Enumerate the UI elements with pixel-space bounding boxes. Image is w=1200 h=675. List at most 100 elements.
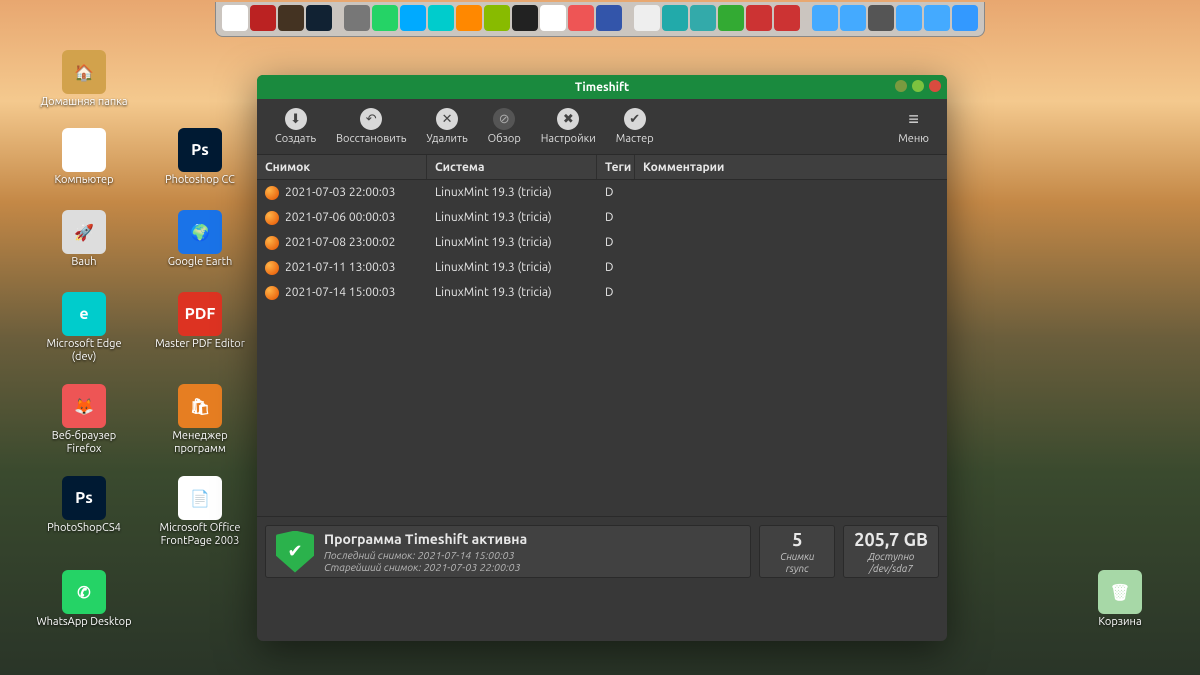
maximize-button[interactable]: [912, 80, 924, 92]
edge-dev-label: Microsoft Edge (dev): [34, 338, 134, 364]
snapshot-comment: [635, 255, 947, 280]
status-title: Программа Timeshift активна: [324, 531, 527, 547]
trash-label: Корзина: [1098, 616, 1141, 629]
table-row[interactable]: 2021-07-03 22:00:03LinuxMint 19.3 (trici…: [257, 180, 947, 205]
delete-button[interactable]: ✕ Удалить: [416, 104, 477, 149]
space-value: 205,7 GB: [854, 530, 928, 550]
create-label: Создать: [275, 133, 316, 145]
desktop-program-manager[interactable]: 🛍Менеджер программ: [150, 384, 250, 456]
desktop-photoshop-cs4[interactable]: PsPhotoShopCS4: [34, 476, 134, 535]
home-folder-icon: 🏠: [62, 50, 106, 94]
snapshot-tag: D: [597, 230, 635, 255]
desktop-whatsapp-desktop[interactable]: ✆WhatsApp Desktop: [34, 570, 134, 629]
trash-icon: 🗑: [1098, 570, 1142, 614]
dock-files[interactable]: [662, 5, 688, 31]
close-button[interactable]: [929, 80, 941, 92]
create-button[interactable]: ⬇ Создать: [265, 104, 326, 149]
create-icon: ⬇: [285, 108, 307, 130]
dock-app-5[interactable]: [344, 5, 370, 31]
desktop-master-pdf[interactable]: PDFMaster PDF Editor: [150, 292, 250, 351]
dock-teamviewer[interactable]: [400, 5, 426, 31]
status-bar: ✔ Программа Timeshift активна Последний …: [257, 516, 947, 586]
menu-button[interactable]: ≡ Меню: [888, 104, 939, 149]
dock-app-4[interactable]: [306, 5, 332, 31]
status-card: ✔ Программа Timeshift активна Последний …: [265, 525, 751, 578]
snapshot-date: 2021-07-06 00:00:03: [285, 211, 395, 224]
snapshot-icon: [265, 236, 279, 250]
dock-documents[interactable]: [840, 5, 866, 31]
window-controls: [895, 80, 941, 92]
restore-button[interactable]: ↶ Восстановить: [326, 104, 416, 149]
desktop-google-earth[interactable]: 🌍Google Earth: [150, 210, 250, 269]
menu-label: Меню: [898, 133, 929, 145]
desktop-edge-dev[interactable]: eMicrosoft Edge (dev): [34, 292, 134, 364]
firefox-icon: 🦊: [62, 384, 106, 428]
browse-button[interactable]: ⊘ Обзор: [478, 104, 531, 149]
table-row[interactable]: 2021-07-14 15:00:03LinuxMint 19.3 (trici…: [257, 280, 947, 305]
desktop-home-folder[interactable]: 🏠 Домашняя папка: [34, 50, 134, 109]
dock-home-folder[interactable]: [812, 5, 838, 31]
dock-app-9[interactable]: [456, 5, 482, 31]
snapshot-date: 2021-07-11 13:00:03: [285, 261, 395, 274]
desktop-firefox[interactable]: 🦊Веб-браузер Firefox: [34, 384, 134, 456]
snapshot-system: LinuxMint 19.3 (tricia): [427, 255, 597, 280]
dock-shutdown[interactable]: [774, 5, 800, 31]
table-row[interactable]: 2021-07-06 00:00:03LinuxMint 19.3 (trici…: [257, 205, 947, 230]
desktop-computer[interactable]: 🗎Компьютер: [34, 128, 134, 187]
dock-notes[interactable]: [634, 5, 660, 31]
desktop-trash[interactable]: 🗑 Корзина: [1070, 570, 1170, 629]
dock-app-3[interactable]: [278, 5, 304, 31]
snapshot-date: 2021-07-14 15:00:03: [285, 286, 395, 299]
col-comments[interactable]: Комментарии: [635, 155, 947, 179]
browse-icon: ⊘: [493, 108, 515, 130]
table-row[interactable]: 2021-07-08 23:00:02LinuxMint 19.3 (trici…: [257, 230, 947, 255]
desktop-bauh[interactable]: 🚀Bauh: [34, 210, 134, 269]
settings-button[interactable]: ✖ Настройки: [531, 104, 606, 149]
timeshift-window: Timeshift ⬇ Создать ↶ Восстановить ✕ Уда…: [257, 75, 947, 641]
menu-icon: ≡: [903, 108, 925, 130]
dock-app-12[interactable]: [540, 5, 566, 31]
dock-yandex[interactable]: [512, 5, 538, 31]
home-folder-label: Домашняя папка: [40, 96, 127, 109]
wizard-button[interactable]: ✔ Мастер: [606, 104, 664, 149]
snapshot-count: 5: [792, 530, 802, 550]
dock-folder-2[interactable]: [924, 5, 950, 31]
google-earth-label: Google Earth: [168, 256, 233, 269]
snapshot-tag: D: [597, 255, 635, 280]
table-row[interactable]: 2021-07-11 13:00:03 LinuxMint 19.3 (trici…: [257, 255, 947, 280]
dock-firefox[interactable]: [568, 5, 594, 31]
col-system[interactable]: Система: [427, 155, 597, 179]
snapshot-comment: [635, 230, 947, 255]
dock-clock[interactable]: [868, 5, 894, 31]
minimize-button[interactable]: [895, 80, 907, 92]
desktop-photoshop-cc[interactable]: PsPhotoshop CC: [150, 128, 250, 187]
col-snapshot[interactable]: Снимок: [257, 155, 427, 179]
space-card: 205,7 GB Доступно /dev/sda7: [843, 525, 939, 578]
program-manager-label: Менеджер программ: [150, 430, 250, 456]
dock-edge[interactable]: [428, 5, 454, 31]
dock-app-10[interactable]: [484, 5, 510, 31]
edge-dev-icon: e: [62, 292, 106, 336]
snapshot-icon: [265, 286, 279, 300]
dock-accessibility[interactable]: [952, 5, 978, 31]
dock-app-14[interactable]: [596, 5, 622, 31]
dock-app-17[interactable]: [690, 5, 716, 31]
dock-folder-1[interactable]: [896, 5, 922, 31]
snapshot-count-label: Снимки: [780, 551, 814, 562]
dock-whatsapp[interactable]: [372, 5, 398, 31]
snapshot-comment: [635, 205, 947, 230]
restore-label: Восстановить: [336, 133, 406, 145]
delete-label: Удалить: [426, 133, 467, 145]
delete-icon: ✕: [436, 108, 458, 130]
photoshop-cc-icon: Ps: [178, 128, 222, 172]
dock-app-19[interactable]: [746, 5, 772, 31]
col-tags[interactable]: Теги: [597, 155, 635, 179]
wizard-icon: ✔: [624, 108, 646, 130]
dock-terminal[interactable]: [250, 5, 276, 31]
shield-icon: ✔: [276, 531, 314, 573]
snapshot-count-card: 5 Снимки rsync: [759, 525, 835, 578]
desktop-frontpage[interactable]: 📄Microsoft Office FrontPage 2003: [150, 476, 250, 548]
dock-app-1[interactable]: [222, 5, 248, 31]
titlebar[interactable]: Timeshift: [257, 75, 947, 99]
dock-libreoffice[interactable]: [718, 5, 744, 31]
